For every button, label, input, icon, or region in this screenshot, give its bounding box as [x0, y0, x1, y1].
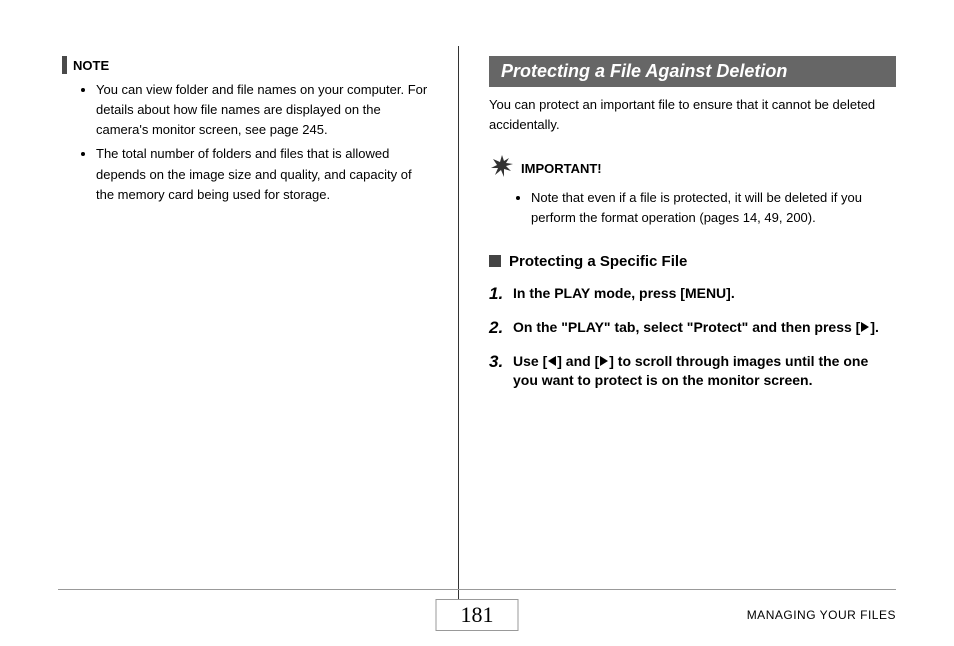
section-title: Protecting a File Against Deletion — [489, 56, 896, 87]
step-3-number: 3. — [489, 352, 513, 391]
left-column: NOTE You can view folder and file names … — [58, 56, 458, 596]
step-3: 3. Use [] and [] to scroll through image… — [489, 352, 896, 391]
page-number: 181 — [436, 599, 519, 631]
right-column: Protecting a File Against Deletion You c… — [459, 56, 896, 596]
important-header: IMPORTANT! — [491, 155, 896, 182]
page-footer: 181 MANAGING YOUR FILES — [58, 589, 896, 632]
right-arrow-icon — [600, 356, 608, 366]
step-3-part-b: ] and [ — [557, 353, 599, 369]
step-2: 2. On the "PLAY" tab, select "Protect" a… — [489, 318, 896, 338]
step-3-part-a: Use [ — [513, 353, 547, 369]
step-2-part-a: On the "PLAY" tab, select "Protect" and … — [513, 319, 860, 335]
note-label: NOTE — [73, 58, 109, 73]
important-list: Note that even if a file is protected, i… — [531, 188, 896, 228]
important-label: IMPORTANT! — [521, 161, 602, 176]
footer-row: 181 MANAGING YOUR FILES — [58, 598, 896, 632]
step-2-text: On the "PLAY" tab, select "Protect" and … — [513, 318, 896, 338]
step-1-number: 1. — [489, 284, 513, 304]
left-arrow-icon — [548, 356, 556, 366]
starburst-icon — [491, 155, 513, 182]
footer-section-name: MANAGING YOUR FILES — [747, 608, 896, 622]
manual-page: NOTE You can view folder and file names … — [0, 0, 954, 646]
note-header: NOTE — [62, 56, 428, 74]
step-3-text: Use [] and [] to scroll through images u… — [513, 352, 896, 391]
note-bar-icon — [62, 56, 67, 74]
step-2-part-b: ]. — [870, 319, 879, 335]
subsection-header: Protecting a Specific File — [489, 253, 896, 270]
step-1: 1. In the PLAY mode, press [MENU]. — [489, 284, 896, 304]
note-bullet-1: You can view folder and file names on yo… — [96, 80, 428, 140]
note-bullets: You can view folder and file names on yo… — [96, 80, 428, 205]
right-arrow-icon — [861, 322, 869, 332]
square-bullet-icon — [489, 255, 501, 267]
columns: NOTE You can view folder and file names … — [58, 56, 896, 596]
step-1-text: In the PLAY mode, press [MENU]. — [513, 284, 896, 304]
important-item-1: Note that even if a file is protected, i… — [531, 188, 896, 228]
step-2-number: 2. — [489, 318, 513, 338]
footer-rule — [58, 589, 896, 590]
subsection-title: Protecting a Specific File — [509, 253, 687, 270]
section-intro: You can protect an important file to ens… — [489, 95, 896, 135]
note-bullet-2: The total number of folders and files th… — [96, 144, 428, 204]
